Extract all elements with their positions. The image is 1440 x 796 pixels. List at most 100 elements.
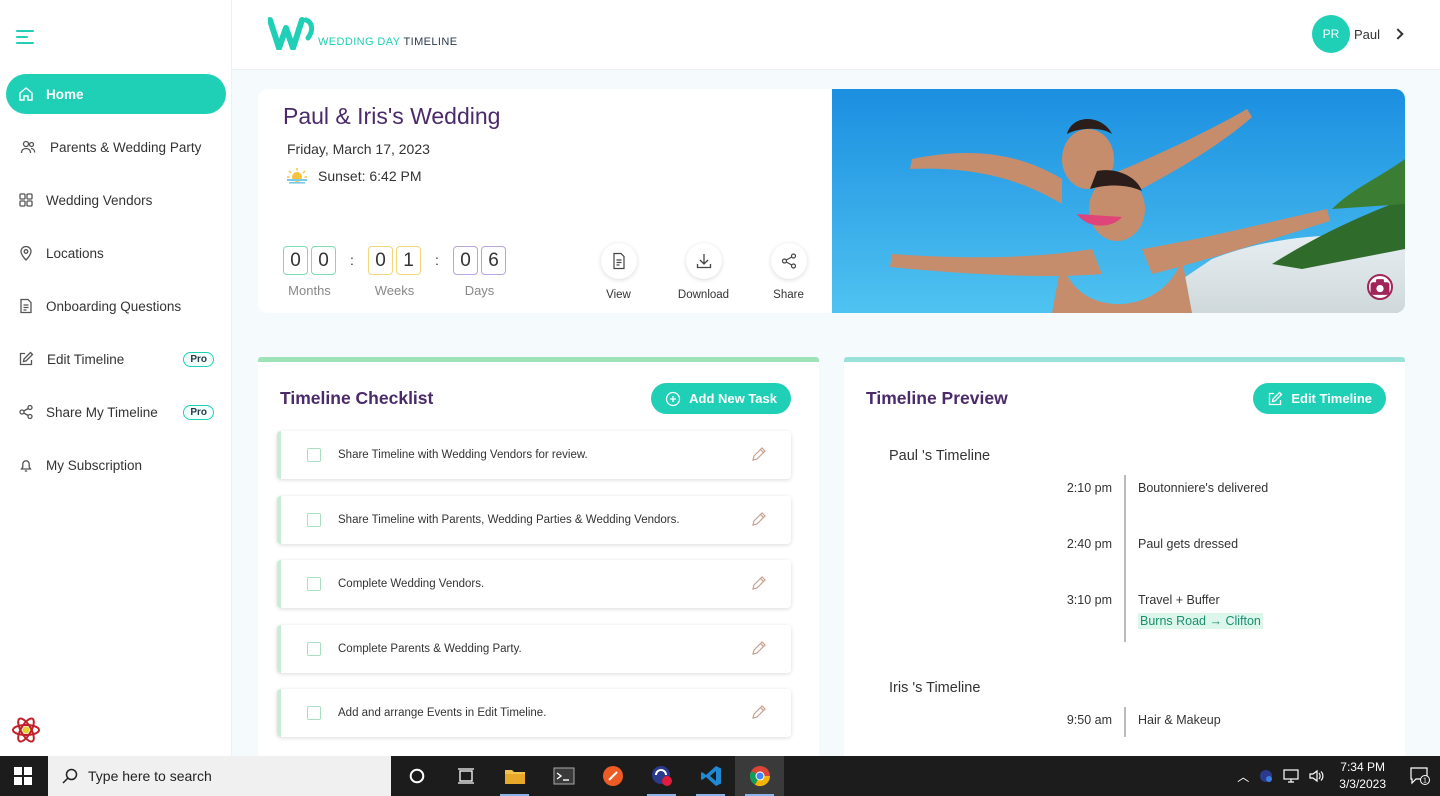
timeline-heading: Paul 's Timeline [889, 448, 991, 464]
task-text: Complete Parents & Wedding Party. [338, 642, 522, 655]
sidebar-item-label: Home [46, 86, 84, 102]
vscode-icon[interactable] [686, 756, 735, 796]
task-checkbox[interactable] [307, 641, 321, 656]
sidebar-item-home[interactable]: Home [6, 74, 226, 114]
view-label: View [606, 289, 631, 301]
event-title: Hair & Makeup [1138, 713, 1221, 727]
sidebar-item-onboarding-questions[interactable]: Onboarding Questions [6, 286, 226, 326]
download-icon[interactable] [685, 243, 722, 279]
sidebar: Home Parents & Wedding Party Wedding Ven… [0, 0, 232, 756]
system-tray: ︿ 7:34 PM 3/3/2023 1 [1237, 756, 1440, 796]
share-label: Share [773, 289, 804, 301]
share-icon[interactable] [770, 243, 807, 279]
system-clock[interactable]: 7:34 PM 3/3/2023 [1339, 759, 1386, 793]
windows-start-icon[interactable] [14, 767, 32, 785]
pencil-icon[interactable] [751, 446, 767, 462]
wedding-hero-card: Paul & Iris's Wedding Friday, March 17, … [258, 89, 1405, 313]
notification-count: 1 [1423, 778, 1427, 785]
sunset-info: Sunset: 6:42 PM [286, 167, 422, 185]
chevron-up-icon[interactable]: ︿ [1237, 768, 1249, 785]
bell-icon [18, 457, 34, 473]
sidebar-item-label: Onboarding Questions [46, 298, 182, 314]
notification-center-icon[interactable]: 1 [1400, 756, 1440, 796]
countdown: 00 Months : 01 Weeks : 06 Days [283, 246, 506, 298]
hero-actions: View Download Share [576, 243, 831, 301]
event-time: 2:10 pm [1066, 481, 1112, 495]
file-explorer-icon[interactable] [490, 756, 539, 796]
onedrive-icon[interactable] [1259, 769, 1273, 783]
timeline-checklist-card: Timeline Checklist Add New Task Share Ti… [258, 357, 819, 756]
countdown-separator: : [435, 252, 439, 268]
timeline-line [1124, 475, 1126, 642]
taskbar-search[interactable]: Type here to search [48, 756, 391, 796]
task-view-icon[interactable] [441, 756, 490, 796]
task-text: Share Timeline with Parents, Wedding Par… [338, 513, 680, 526]
timeline-line [1124, 707, 1126, 737]
top-header: WEDDING DAY TIMELINE PR Paul [232, 0, 1440, 70]
sidebar-item-label: My Subscription [46, 457, 143, 473]
task-checkbox[interactable] [307, 448, 321, 462]
postman-icon[interactable] [588, 756, 637, 796]
user-name[interactable]: Paul [1354, 27, 1380, 42]
chrome-icon[interactable] [735, 756, 784, 796]
sidebar-item-wedding-vendors[interactable]: Wedding Vendors [6, 180, 226, 220]
sidebar-item-share-my-timeline[interactable]: Share My Timeline Pro [6, 392, 226, 432]
user-menu[interactable]: PR Paul [1311, 15, 1404, 53]
page-title: Paul & Iris's Wedding [283, 103, 501, 129]
task-checkbox[interactable] [307, 512, 321, 527]
task-checkbox[interactable] [307, 706, 321, 720]
react-devtools-icon[interactable] [10, 714, 42, 746]
event-time: 3:10 pm [1066, 593, 1112, 607]
add-new-task-label: Add New Task [689, 391, 777, 406]
map-pin-icon [18, 245, 34, 261]
pro-badge: Pro [183, 351, 214, 367]
cortana-icon[interactable] [392, 756, 441, 796]
pro-badge: Pro [183, 404, 214, 420]
task-text: Complete Wedding Vendors. [338, 578, 485, 590]
add-new-task-button[interactable]: Add New Task [651, 383, 791, 414]
main-content: Paul & Iris's Wedding Friday, March 17, … [232, 70, 1440, 756]
countdown-digit: 6 [481, 246, 506, 275]
pencil-icon[interactable] [751, 575, 767, 591]
document-icon [18, 298, 34, 314]
share-button[interactable]: Share [746, 243, 831, 301]
pencil-icon[interactable] [751, 511, 767, 527]
beach-couple-photo [832, 89, 1405, 313]
checklist-title: Timeline Checklist [280, 388, 434, 408]
sidebar-item-locations[interactable]: Locations [6, 233, 226, 273]
tray-icons: ︿ [1237, 768, 1325, 785]
sidebar-item-edit-timeline[interactable]: Edit Timeline Pro [6, 339, 226, 379]
clock-date: 3/3/2023 [1339, 777, 1386, 791]
pencil-icon[interactable] [751, 704, 767, 720]
countdown-digit: 0 [311, 246, 336, 275]
chevron-right-icon[interactable] [1392, 28, 1404, 40]
view-icon[interactable] [600, 243, 637, 279]
volume-icon[interactable] [1309, 769, 1325, 783]
pencil-icon[interactable] [751, 640, 767, 656]
avatar[interactable]: PR [1311, 15, 1350, 53]
grid-icon [18, 192, 34, 208]
app-logo[interactable]: WEDDING DAY TIMELINE [268, 16, 457, 50]
edit-timeline-button[interactable]: Edit Timeline [1253, 383, 1386, 414]
network-icon[interactable] [1283, 769, 1299, 783]
task-text: Add and arrange Events in Edit Timeline. [338, 707, 547, 719]
countdown-separator: : [350, 252, 354, 268]
home-icon [18, 86, 34, 102]
task-text: Share Timeline with Wedding Vendors for … [338, 449, 588, 461]
countdown-label: Weeks [374, 283, 415, 298]
devtools-app-icon[interactable] [637, 756, 686, 796]
countdown-digit: 1 [396, 246, 421, 275]
download-button[interactable]: Download [661, 243, 746, 301]
sunset-text: Sunset: 6:42 PM [318, 168, 422, 184]
sidebar-item-parents-wedding-party[interactable]: Parents & Wedding Party [6, 127, 226, 167]
view-button[interactable]: View [576, 243, 661, 301]
terminal-icon[interactable] [539, 756, 588, 796]
plus-circle-icon [665, 391, 681, 406]
event-time: 2:40 pm [1066, 537, 1112, 551]
task-checkbox[interactable] [307, 577, 321, 591]
menu-toggle-icon[interactable] [16, 30, 34, 44]
sidebar-item-my-subscription[interactable]: My Subscription [6, 445, 226, 485]
share-icon [18, 404, 34, 420]
camera-icon[interactable] [1367, 274, 1393, 300]
task-list: Share Timeline with Wedding Vendors for … [277, 431, 791, 754]
